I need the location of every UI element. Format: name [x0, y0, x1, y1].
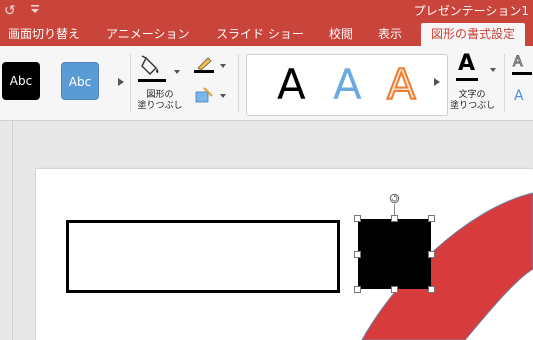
tab-slide-show[interactable]: スライド ショー — [216, 22, 304, 46]
wordart-style-blue[interactable]: A — [333, 61, 362, 109]
ribbon-tabs: 画面切り替え アニメーション スライド ショー 校閲 表示 図形の書式設定 — [0, 22, 533, 46]
ribbon-separator — [238, 54, 239, 112]
title-bar: ↺ プレゼンテーション1 — [0, 0, 533, 22]
shape-fill-button[interactable]: 図形の 塗りつぶし — [134, 52, 186, 116]
wordart-more-icon[interactable] — [434, 78, 440, 86]
shape-style-blue[interactable]: Abc — [61, 62, 99, 100]
resize-handle-s[interactable] — [391, 286, 398, 293]
text-effects-icon: A — [514, 88, 524, 104]
ribbon-separator — [504, 54, 505, 112]
resize-handle-se[interactable] — [428, 286, 435, 293]
shape-fill-label-1: 図形の — [146, 90, 174, 100]
slide[interactable] — [36, 169, 533, 340]
slide-canvas — [0, 121, 533, 340]
rectangle-shape[interactable] — [66, 220, 340, 293]
tab-review[interactable]: 校閲 — [329, 22, 353, 46]
tab-transitions[interactable]: 画面切り替え — [8, 22, 80, 46]
ribbon-separator — [130, 54, 131, 112]
shape-style-black[interactable]: Abc — [2, 62, 40, 100]
text-fill-label-1: 文字の — [458, 90, 486, 100]
resize-handle-n[interactable] — [391, 215, 398, 222]
wordart-style-black[interactable]: A — [277, 61, 306, 109]
resize-handle-nw[interactable] — [354, 215, 361, 222]
text-outline-color-swatch — [512, 72, 532, 75]
pencil-icon — [197, 57, 212, 70]
fill-color-swatch — [138, 79, 166, 82]
shape-outline-button[interactable] — [192, 56, 228, 78]
paint-bucket-icon — [141, 55, 159, 75]
tab-shape-format[interactable]: 図形の書式設定 — [421, 23, 526, 46]
document-title: プレゼンテーション1 — [413, 4, 529, 18]
text-fill-button[interactable]: A 文字の 塗りつぶし — [450, 52, 504, 116]
text-effects-button[interactable]: A — [510, 88, 533, 108]
resize-handle-w[interactable] — [354, 251, 361, 258]
ruler-guide — [12, 121, 13, 340]
outline-color-swatch — [194, 70, 214, 73]
resize-handle-e[interactable] — [428, 251, 435, 258]
effects-icon — [195, 87, 213, 103]
wordart-styles-gallery: A A A — [246, 54, 448, 116]
tab-view[interactable]: 表示 — [378, 22, 402, 46]
text-fill-label-2: 塗りつぶし — [450, 101, 496, 111]
customize-toolbar-icon[interactable] — [30, 3, 40, 15]
resize-handle-ne[interactable] — [428, 215, 435, 222]
text-fill-color-swatch — [456, 78, 478, 81]
chevron-down-icon[interactable] — [220, 64, 226, 68]
chevron-down-icon[interactable] — [220, 94, 226, 98]
text-fill-icon: A — [458, 51, 476, 76]
square-shape-selected[interactable] — [358, 219, 431, 289]
chevron-down-icon[interactable] — [174, 70, 180, 74]
shape-effects-button[interactable] — [192, 86, 228, 108]
shape-fill-label-2: 塗りつぶし — [137, 101, 183, 111]
shape-styles-more-icon[interactable] — [118, 78, 124, 86]
chevron-down-icon[interactable] — [490, 68, 496, 72]
text-outline-icon: A — [513, 54, 524, 71]
tab-animations[interactable]: アニメーション — [106, 22, 190, 46]
text-outline-button[interactable]: A — [510, 54, 533, 78]
resize-handle-sw[interactable] — [354, 286, 361, 293]
wordart-style-orange[interactable]: A — [386, 60, 417, 110]
undo-icon[interactable]: ↺ — [4, 2, 16, 20]
rotate-handle-icon[interactable] — [389, 193, 400, 204]
ribbon: Abc Abc 図形の 塗りつぶし A A A A 文字の 塗りつぶし A A — [0, 46, 533, 121]
